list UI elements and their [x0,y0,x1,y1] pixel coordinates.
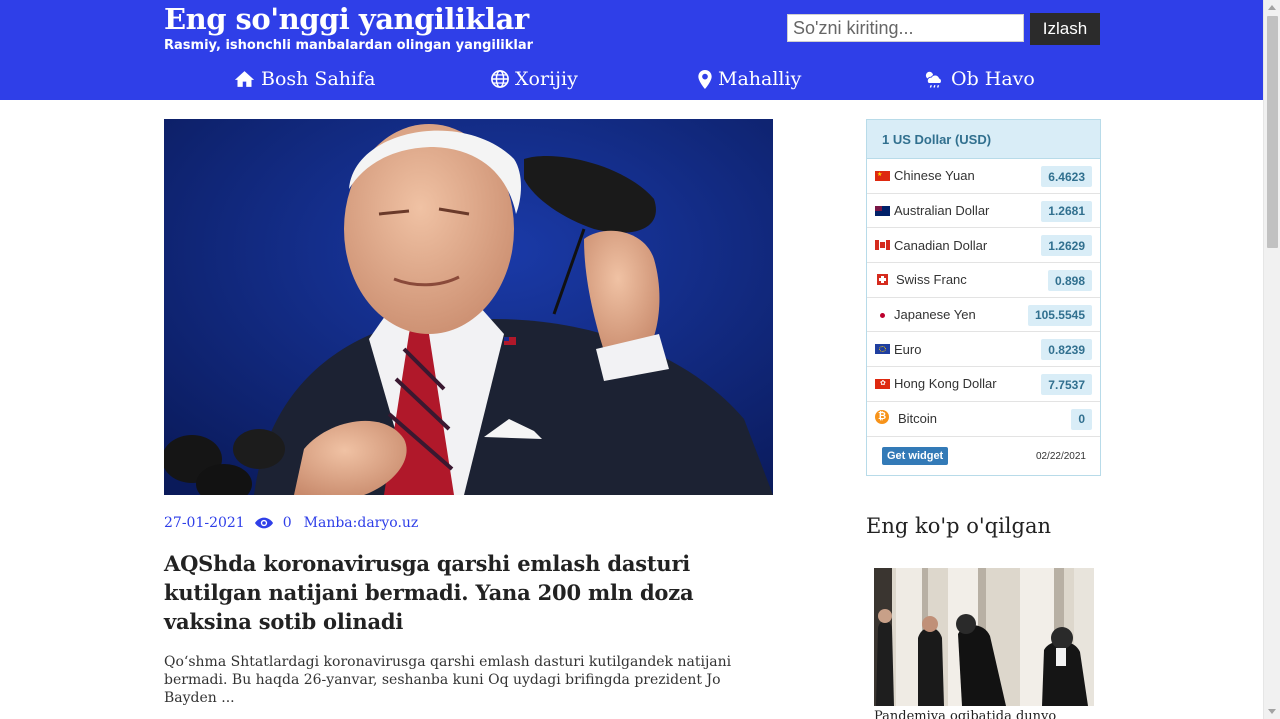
canada-flag-icon [875,240,890,251]
nav-item-xorijiy[interactable]: Xorijiy [491,65,578,93]
currency-row-cny: ★ Chinese Yuan 6.4623 [867,159,1100,194]
most-read-thumbnail[interactable] [874,568,1094,706]
globe-icon [491,70,509,88]
currency-value: 0.8239 [1041,339,1092,361]
most-read-caption[interactable]: Pandemiya oqibatida dunyo [874,709,1056,719]
nav-item-bosh-sahifa[interactable]: Bosh Sahifa [234,65,375,93]
currency-row-jpy: Japanese Yen 105.5545 [867,298,1100,333]
currency-widget-header: 1 US Dollar (USD) [867,120,1100,159]
currency-name: Euro [894,341,922,357]
article-meta: 27-01-2021 0 Manba:daryo.uz [164,512,418,534]
hong-kong-flag-icon: ✿ [875,378,890,389]
most-read-photo [874,568,1094,706]
currency-value: 1.2629 [1041,235,1092,257]
scroll-down-icon[interactable] [1268,709,1276,714]
most-read-title: Eng ko'p o'qilgan [866,514,1052,538]
currency-value: 1.2681 [1041,200,1092,222]
currency-row-cad: Canadian Dollar 1.2629 [867,228,1100,264]
site-tagline: Rasmiy, ishonchli manbalardan olingan ya… [164,38,534,53]
nav-label: Mahalliy [718,68,802,90]
nav-item-ob-havo[interactable]: Ob Havo [923,65,1035,93]
page: Eng so'nggi yangiliklar Rasmiy, ishonchl… [0,0,1280,719]
article-source[interactable]: Manba:daryo.uz [304,515,419,531]
currency-widget: 1 US Dollar (USD) ★ Chinese Yuan 6.4623 … [866,119,1101,476]
currency-row-hkd: ✿ Hong Kong Dollar 7.7537 [867,367,1100,402]
search-button[interactable]: Izlash [1030,13,1100,45]
article-date: 27-01-2021 [164,515,245,531]
currency-value: 7.7537 [1041,374,1092,396]
article-views: 0 [282,515,292,531]
weather-icon [923,70,945,88]
scrollbar-thumb[interactable] [1267,16,1278,248]
site-header: Eng so'nggi yangiliklar Rasmiy, ishonchl… [0,0,1263,100]
bitcoin-icon: ₿ [875,409,889,424]
scroll-up-icon[interactable] [1268,5,1276,10]
currency-widget-footer: Get widget 02/22/2021 [867,437,1100,475]
nav-label: Ob Havo [951,68,1035,90]
currency-name: Australian Dollar [894,203,990,219]
currency-value: 0.898 [1047,270,1092,292]
china-flag-icon: ★ [875,170,890,181]
currency-value: 0 [1071,408,1092,430]
home-icon [234,70,255,88]
currency-name: Hong Kong Dollar [894,376,997,392]
article-excerpt: Qo‘shma Shtatlardagi koronavirusga qarsh… [164,654,732,706]
eu-flag-icon [875,344,890,355]
currency-name: Swiss Franc [896,272,967,288]
vertical-scrollbar[interactable] [1263,0,1280,719]
search-input[interactable] [787,14,1024,42]
site-title[interactable]: Eng so'nggi yangiliklar [164,2,529,36]
currency-row-btc: ₿ Bitcoin 0 [867,402,1100,437]
currency-row-eur: Euro 0.8239 [867,332,1100,368]
japan-flag-icon [875,309,890,320]
nav-label: Xorijiy [515,68,578,90]
currency-value: 105.5545 [1027,304,1092,326]
nav-item-mahalliy[interactable]: Mahalliy [698,65,801,93]
article-headline[interactable]: AQShda koronavirusga qarshi emlash dastu… [164,549,784,636]
australia-flag-icon [875,205,890,216]
currency-name: Canadian Dollar [894,237,988,253]
currency-value: 6.4623 [1041,166,1092,187]
article-image[interactable] [164,119,773,495]
currency-name: Bitcoin [898,411,938,427]
map-marker-icon [698,69,712,89]
currency-name: Japanese Yen [894,307,976,323]
currency-row-aud: Australian Dollar 1.2681 [867,194,1100,229]
article-photo [164,119,773,495]
nav-label: Bosh Sahifa [261,68,376,90]
currency-widget-date: 02/22/2021 [1035,450,1086,462]
get-widget-button[interactable]: Get widget [882,447,949,465]
eye-icon [254,517,273,529]
currency-row-chf: Swiss Franc 0.898 [867,263,1100,298]
switzerland-flag-icon [877,274,888,286]
currency-name: Chinese Yuan [894,168,975,184]
